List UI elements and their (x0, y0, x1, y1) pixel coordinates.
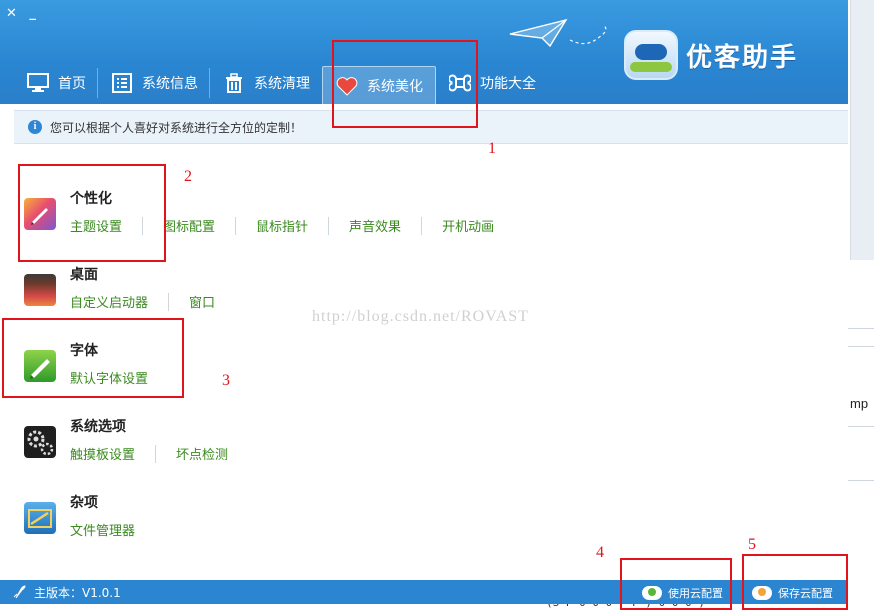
link-window[interactable]: 窗口 (189, 292, 215, 311)
section-title: 杂项 (70, 495, 98, 511)
annotation-number: 4 (596, 544, 604, 561)
annotation-box-2 (18, 164, 166, 262)
link-divider (421, 216, 423, 235)
section-title: 桌面 (70, 267, 98, 283)
desktop-icon (24, 274, 56, 306)
system-options-icon (24, 426, 56, 458)
background-divider (848, 346, 874, 347)
tab-label: 系统清理 (254, 76, 310, 92)
link-file-manager[interactable]: 文件管理器 (70, 520, 135, 539)
link-icon-config[interactable]: 图标配置 (163, 216, 215, 235)
link-divider (155, 444, 157, 463)
tab-system-info[interactable]: 系统信息 (98, 62, 210, 104)
annotation-number: 5 (748, 536, 756, 553)
annotation-number: 1 (488, 140, 496, 157)
annotation-number: 3 (222, 372, 230, 389)
monitor-icon (26, 71, 50, 95)
link-dead-pixel-check[interactable]: 坏点检测 (176, 444, 228, 463)
section-links: 自定义启动器 窗口 (70, 292, 215, 311)
section-system-options: 系统选项 触摸板设置 坏点检测 (24, 416, 624, 486)
annotation-number: 2 (184, 168, 192, 185)
background-panel (850, 0, 874, 260)
section-title: 系统选项 (70, 419, 126, 435)
version-info: 主版本：V1.0.1 (12, 584, 121, 601)
brand: 优客助手 (624, 30, 798, 80)
tab-label: 系统信息 (142, 76, 198, 92)
window-controls[interactable]: ✕ _ (6, 6, 40, 21)
brand-name: 优客助手 (686, 42, 799, 73)
link-touchpad-settings[interactable]: 触摸板设置 (70, 444, 135, 463)
annotation-box-3 (2, 318, 184, 398)
background-divider (848, 426, 874, 427)
version-text: 主版本：V1.0.1 (34, 585, 121, 600)
annotation-box-5 (742, 554, 848, 610)
link-divider (168, 292, 170, 311)
link-mouse-pointer[interactable]: 鼠标指针 (256, 216, 308, 235)
rocket-icon (13, 585, 26, 599)
notice-text: 您可以根据个人喜好对系统进行全方位的定制！ (50, 120, 303, 135)
link-sound-effects[interactable]: 声音效果 (349, 216, 401, 235)
section-misc: 杂项 文件管理器 (24, 492, 624, 562)
section-links: 文件管理器 (70, 520, 135, 539)
link-custom-launcher[interactable]: 自定义启动器 (70, 292, 148, 311)
link-divider (235, 216, 237, 235)
background-divider (848, 480, 874, 481)
list-icon (110, 71, 134, 95)
link-divider (328, 216, 330, 235)
watermark: http://blog.csdn.net/ROVAST (312, 308, 529, 325)
tab-label: 首页 (58, 76, 86, 92)
background-window (848, 0, 874, 612)
background-text: mp (850, 396, 869, 411)
tab-label: 功能大全 (480, 76, 536, 92)
annotation-box-1 (332, 40, 478, 128)
tab-home[interactable]: 首页 (14, 62, 98, 104)
misc-icon (24, 502, 56, 534)
annotation-box-4 (620, 558, 732, 610)
section-links: 触摸板设置 坏点检测 (70, 444, 228, 463)
link-boot-animation[interactable]: 开机动画 (442, 216, 494, 235)
tab-system-clean[interactable]: 系统清理 (210, 62, 322, 104)
info-icon: i (28, 120, 42, 134)
robot-logo-icon (624, 30, 678, 80)
trash-icon (222, 71, 246, 95)
paper-plane-icon (509, 18, 607, 48)
background-divider (848, 328, 874, 329)
